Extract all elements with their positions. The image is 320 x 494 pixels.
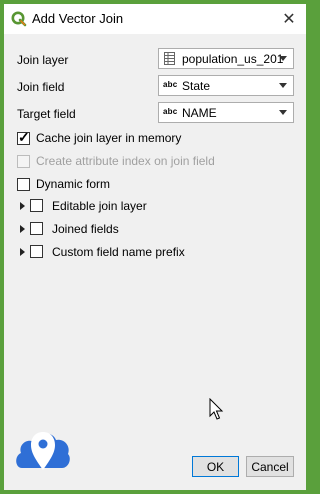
cache-join-layer-checkbox[interactable]: ✓ bbox=[17, 129, 30, 145]
dynamic-form-checkbox[interactable] bbox=[17, 178, 30, 191]
dropdown-arrow-icon bbox=[279, 56, 287, 61]
join-layer-select[interactable]: population_us_201 bbox=[158, 48, 294, 69]
join-field-label: Join field bbox=[17, 80, 65, 94]
join-field-select[interactable]: abc State bbox=[158, 75, 294, 96]
target-field-value: NAME bbox=[182, 106, 217, 120]
custom-field-name-prefix-checkbox[interactable] bbox=[30, 245, 43, 258]
mouse-cursor-icon bbox=[209, 398, 224, 420]
editable-join-layer-label: Editable join layer bbox=[52, 199, 147, 213]
abc-text-field-icon: abc bbox=[163, 107, 178, 116]
expand-arrow-icon[interactable] bbox=[20, 202, 25, 210]
editable-join-layer-checkbox[interactable] bbox=[30, 199, 43, 212]
joined-fields-label: Joined fields bbox=[52, 222, 119, 236]
create-attribute-index-checkbox[interactable] bbox=[17, 155, 30, 168]
cloud-location-logo-icon bbox=[16, 432, 70, 470]
joined-fields-checkbox[interactable] bbox=[30, 222, 43, 235]
custom-field-name-prefix-label: Custom field name prefix bbox=[52, 245, 185, 259]
dropdown-arrow-icon bbox=[279, 110, 287, 115]
title-bar: Add Vector Join ✕ bbox=[4, 4, 306, 34]
create-attribute-index-label: Create attribute index on join field bbox=[36, 154, 215, 168]
join-field-value: State bbox=[182, 79, 211, 93]
cancel-button[interactable]: Cancel bbox=[246, 456, 294, 477]
qgis-logo-icon bbox=[11, 11, 27, 27]
checkmark-icon: ✓ bbox=[18, 129, 30, 145]
target-field-select[interactable]: abc NAME bbox=[158, 102, 294, 123]
ok-button[interactable]: OK bbox=[192, 456, 239, 477]
join-layer-label: Join layer bbox=[17, 53, 69, 67]
close-icon: ✕ bbox=[282, 11, 296, 28]
expand-arrow-icon[interactable] bbox=[20, 248, 25, 256]
join-layer-value: population_us_201 bbox=[182, 52, 284, 66]
dynamic-form-label: Dynamic form bbox=[36, 177, 111, 191]
abc-text-field-icon: abc bbox=[163, 80, 178, 89]
dropdown-arrow-icon bbox=[279, 83, 287, 88]
cache-join-layer-label: Cache join layer in memory bbox=[36, 131, 182, 145]
target-field-label: Target field bbox=[17, 107, 76, 121]
expand-arrow-icon[interactable] bbox=[20, 225, 25, 233]
close-button[interactable]: ✕ bbox=[272, 4, 306, 34]
vector-table-icon bbox=[164, 52, 175, 65]
dialog-title: Add Vector Join bbox=[32, 11, 124, 26]
